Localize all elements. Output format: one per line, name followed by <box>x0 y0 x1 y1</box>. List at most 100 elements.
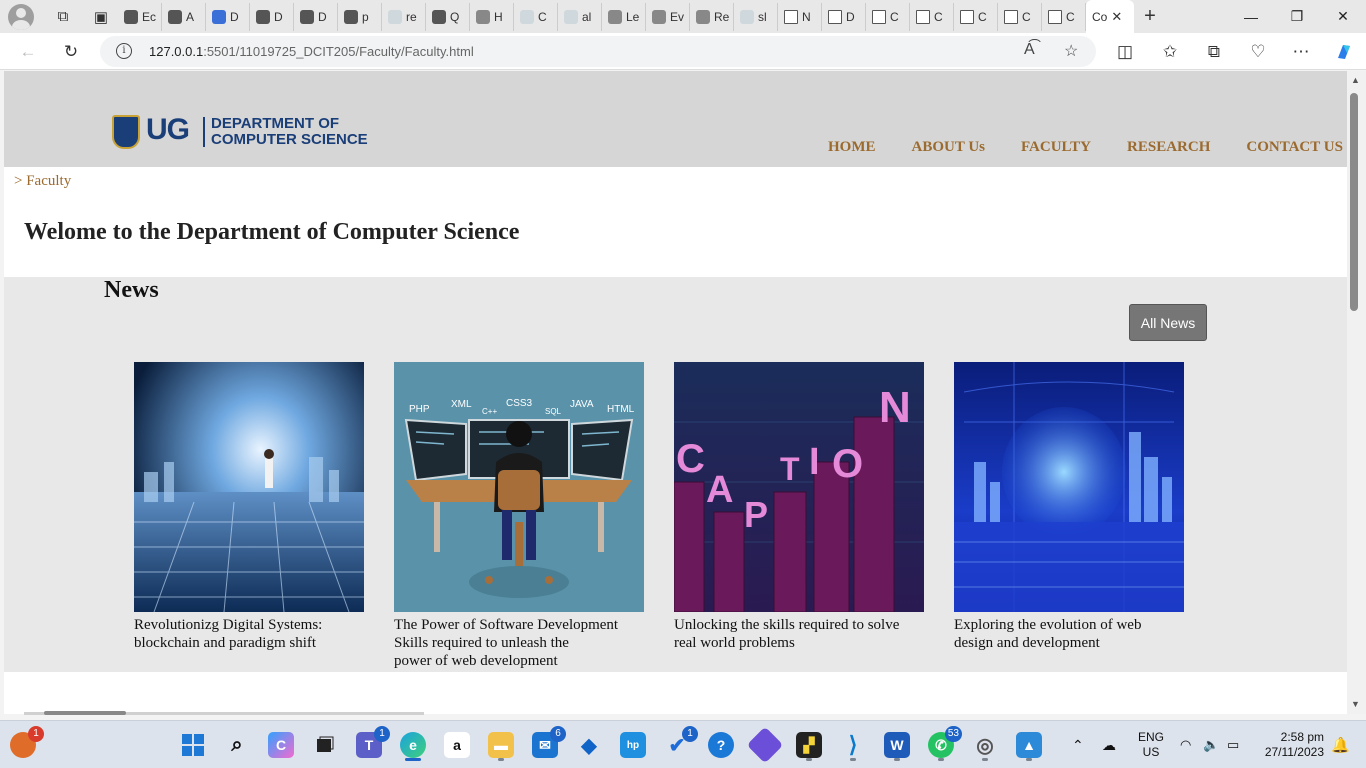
vertical-scroll-thumb[interactable] <box>1350 93 1358 311</box>
read-aloud-icon[interactable]: A͡ <box>1024 41 1035 59</box>
running-indicator <box>850 758 856 761</box>
volume-icon[interactable]: 🔈 <box>1203 721 1219 768</box>
photos-icon[interactable]: ▲ <box>1016 732 1042 758</box>
favorites-icon[interactable]: ✩ <box>1157 39 1183 65</box>
todo-check-icon[interactable]: ✔ 1 <box>664 726 698 758</box>
scroll-up-icon[interactable]: ▲ <box>1351 75 1360 85</box>
power-automate-icon[interactable] <box>746 726 784 764</box>
browser-tab[interactable]: p <box>338 2 382 31</box>
browser-tab[interactable]: Ec <box>118 2 162 31</box>
browser-tab[interactable]: re <box>382 2 426 31</box>
myhp-icon[interactable]: hp <box>620 732 646 758</box>
teams-icon[interactable]: T 1 <box>356 726 390 758</box>
browser-tab[interactable]: C <box>998 2 1042 31</box>
news-image-2[interactable]: PHP XML C++ CSS3 SQL JAVA HTML <box>394 362 644 612</box>
vscode-icon[interactable]: ⟩ <box>840 732 866 758</box>
site-info-icon[interactable]: i <box>116 43 132 59</box>
back-icon[interactable]: ← <box>15 39 41 65</box>
ug-logo[interactable]: UG DEPARTMENT OF COMPUTER SCIENCE <box>112 113 382 153</box>
reload-icon[interactable]: ↻ <box>58 39 84 65</box>
nav-faculty[interactable]: FACULTY <box>1021 139 1091 156</box>
new-tab-button[interactable]: + <box>1134 5 1166 28</box>
browser-tab[interactable]: Le <box>602 2 646 31</box>
close-tab-icon[interactable]: ✕ <box>1111 9 1122 25</box>
news-caption-1[interactable]: Revolutionizg Digital Systems: blockchai… <box>134 616 364 652</box>
news-image-3[interactable]: C A P T I O N <box>674 362 924 612</box>
browser-essentials-icon[interactable]: ♡ <box>1245 39 1271 65</box>
copilot-taskbar-icon[interactable]: C <box>268 732 294 758</box>
favorite-star-icon[interactable]: ☆ <box>1064 41 1078 61</box>
mail-icon[interactable]: ✉ 6 <box>532 726 566 758</box>
google-docs-icon <box>212 9 226 24</box>
file-explorer-icon[interactable]: ▬ <box>488 732 514 758</box>
news-image-1[interactable] <box>134 362 364 612</box>
tab-active[interactable]: Co ✕ <box>1086 0 1134 33</box>
dropbox-icon[interactable]: ◆ <box>576 732 602 758</box>
split-screen-icon[interactable]: ◫ <box>1112 39 1138 65</box>
browser-tab[interactable]: D <box>294 2 338 31</box>
language-indicator[interactable]: ENG US <box>1138 721 1164 768</box>
search-icon[interactable]: ⌕ <box>224 732 250 758</box>
lang-php: PHP <box>409 404 430 415</box>
browser-tab[interactable]: D <box>206 2 250 31</box>
restore-icon[interactable]: ❐ <box>1274 0 1320 33</box>
news-caption-3[interactable]: Unlocking the skills required to solve r… <box>674 616 924 652</box>
workspaces-icon[interactable]: ⧉ <box>48 4 78 30</box>
tab-actions-icon[interactable]: ▣ <box>86 4 116 30</box>
browser-tab[interactable]: D <box>250 2 294 31</box>
browser-tab[interactable]: al <box>558 2 602 31</box>
task-view-icon[interactable] <box>312 732 338 758</box>
language-line1: ENG <box>1138 730 1165 744</box>
horizontal-scrollbar[interactable] <box>4 710 1347 716</box>
clock[interactable]: 2:58 pm 27/11/2023 <box>1260 721 1324 768</box>
collections-icon[interactable]: ⧉ <box>1201 39 1227 65</box>
browser-tab[interactable]: A <box>162 2 206 31</box>
breadcrumb[interactable]: > Faculty <box>14 173 71 190</box>
edge-browser-icon[interactable]: e <box>400 732 426 758</box>
browser-tab[interactable]: C <box>954 2 998 31</box>
browser-tab[interactable]: Q <box>426 2 470 31</box>
profile-avatar-icon[interactable] <box>8 3 34 30</box>
close-window-icon[interactable]: ✕ <box>1320 0 1366 33</box>
notification-bell-icon[interactable]: 🔔 <box>1331 721 1350 768</box>
news-caption-4[interactable]: Exploring the evolution of web design an… <box>954 616 1184 652</box>
browser-tab[interactable]: C <box>1042 2 1086 31</box>
nav-research[interactable]: RESEARCH <box>1127 139 1210 156</box>
all-news-button[interactable]: All News <box>1129 304 1207 341</box>
show-hidden-icons-icon[interactable]: ⌃ <box>1072 721 1084 768</box>
voice-access-icon[interactable]: ◎ <box>972 732 998 758</box>
start-windows-icon[interactable] <box>180 732 206 758</box>
browser-tab[interactable]: Re <box>690 2 734 31</box>
weather-notification-icon[interactable]: 1 <box>10 726 44 758</box>
settings-more-icon[interactable]: ⋯ <box>1288 39 1314 65</box>
browser-tab[interactable]: N <box>778 2 822 31</box>
sticky-notes-icon[interactable]: ▞ <box>796 732 822 758</box>
nav-contact[interactable]: CONTACT US <box>1246 139 1343 156</box>
browser-tab[interactable]: C <box>514 2 558 31</box>
whatsapp-icon[interactable]: ✆ 53 <box>928 726 962 758</box>
get-help-icon[interactable]: ? <box>708 732 734 758</box>
browser-tab[interactable]: H <box>470 2 514 31</box>
browser-tab[interactable]: C <box>866 2 910 31</box>
nav-home[interactable]: HOME <box>828 139 876 156</box>
wifi-icon[interactable]: ◠ <box>1180 721 1191 768</box>
nav-about[interactable]: ABOUT Us <box>912 139 986 156</box>
onedrive-cloud-icon[interactable]: ☁ <box>1102 721 1116 768</box>
copilot-icon[interactable] <box>1331 39 1357 65</box>
browser-tab[interactable]: Ev <box>646 2 690 31</box>
news-image-4[interactable] <box>954 362 1184 612</box>
scroll-down-icon[interactable]: ▼ <box>1351 699 1360 709</box>
vertical-scrollbar[interactable]: ▲ ▼ <box>1347 71 1366 714</box>
browser-tab[interactable]: D <box>822 2 866 31</box>
browser-tab[interactable]: sl <box>734 2 778 31</box>
address-bar[interactable]: i 127.0.0.1:5501/11019725_DCIT205/Facult… <box>100 36 1096 67</box>
battery-icon[interactable]: ▭ <box>1227 721 1239 768</box>
browser-tab-strip: ⧉ ▣ Ec A D D Dp re Q H Cal Le Ev Re sl N D C C C C C Co ✕ +… <box>0 0 1366 33</box>
word-icon[interactable]: W <box>884 732 910 758</box>
horizontal-scroll-thumb[interactable] <box>44 711 126 715</box>
minimize-icon[interactable]: — <box>1228 0 1274 33</box>
url-text[interactable]: 127.0.0.1:5501/11019725_DCIT205/Faculty/… <box>149 44 474 59</box>
amazon-icon[interactable]: a <box>444 732 470 758</box>
browser-tab[interactable]: C <box>910 2 954 31</box>
news-caption-2[interactable]: The Power of Software Development Skills… <box>394 616 644 670</box>
